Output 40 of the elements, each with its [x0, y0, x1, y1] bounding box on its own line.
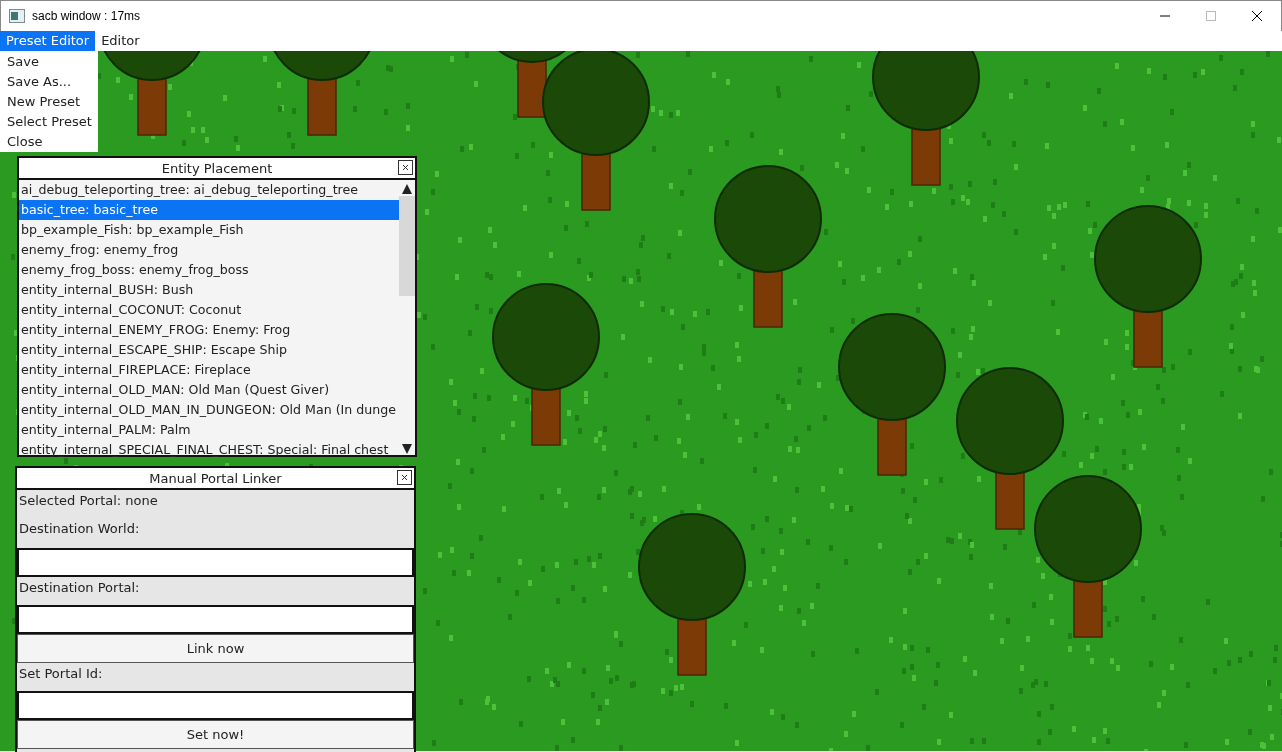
close-icon[interactable] — [1251, 10, 1263, 22]
list-item[interactable]: entity_internal_ESCAPE_SHIP: Escape Ship — [19, 340, 399, 360]
list-item[interactable]: entity_internal_COCONUT: Coconut — [19, 300, 399, 320]
list-item[interactable]: entity_internal_OLD_MAN: Old Man (Quest Giver) — [19, 380, 399, 400]
field-label: Destination Portal: — [18, 579, 141, 597]
menu-option[interactable]: Select Preset — [0, 112, 98, 132]
list-item[interactable]: entity_internal_OLD_MAN_IN_DUNGEON: Old Man (In dunge — [19, 400, 399, 420]
window-title: sacb window : 17ms — [32, 9, 141, 23]
list-item[interactable]: entity_internal_SPECIAL_FINAL_CHEST: Special: Final chest — [19, 440, 399, 457]
menu-option[interactable]: Save — [0, 52, 98, 72]
list-item[interactable]: enemy_frog: enemy_frog — [19, 240, 399, 260]
field-label: Selected Portal: none — [18, 492, 159, 510]
list-item[interactable]: entity_internal_FIREPLACE: Fireplace — [19, 360, 399, 380]
list-item[interactable]: ai_debug_teleporting_tree: ai_debug_teleporting_tree — [19, 180, 399, 200]
panel-title: Manual Portal Linker — [149, 470, 282, 486]
scrollbar-thumb[interactable] — [399, 196, 415, 296]
action-button[interactable]: Link now — [17, 634, 414, 663]
menu-option[interactable]: Close — [0, 132, 98, 152]
window-icon — [9, 9, 25, 23]
list-item[interactable]: entity_internal_ENEMY_FROG: Enemy: Frog — [19, 320, 399, 340]
field-label: Destination World: — [18, 520, 141, 538]
field-label: Set Portal Id: — [18, 665, 104, 683]
close-icon[interactable] — [397, 470, 412, 485]
menu-option[interactable]: New Preset — [0, 92, 98, 112]
menu-item[interactable]: Preset Editor — [0, 31, 96, 51]
list-item[interactable]: basic_tree: basic_tree — [19, 200, 399, 220]
input-field[interactable] — [17, 691, 414, 720]
menu-item[interactable]: Editor — [95, 31, 146, 51]
list-item[interactable]: entity_internal_BUSH: Bush — [19, 280, 399, 300]
list-item[interactable]: bp_example_Fish: bp_example_Fish — [19, 220, 399, 240]
input-field[interactable] — [17, 548, 414, 577]
action-button[interactable]: Set now! — [17, 720, 414, 749]
list-item[interactable]: entity_internal_PALM: Palm — [19, 420, 399, 440]
scroll-down-icon[interactable] — [402, 444, 412, 454]
list-item[interactable]: enemy_frog_boss: enemy_frog_boss — [19, 260, 399, 280]
input-field[interactable] — [17, 605, 414, 634]
close-icon[interactable] — [398, 160, 413, 175]
scroll-up-icon[interactable] — [402, 184, 412, 194]
panel-title: Entity Placement — [161, 160, 273, 176]
menu-option[interactable]: Save As... — [0, 72, 98, 92]
